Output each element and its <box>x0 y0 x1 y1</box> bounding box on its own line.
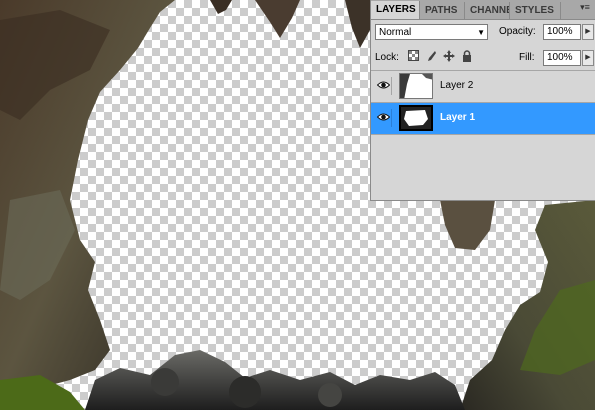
tab-channels[interactable]: CHANNE <box>465 2 510 19</box>
layers-list-end <box>371 134 595 135</box>
layer-row-layer-2[interactable]: Layer 2 <box>371 70 595 102</box>
lock-position-icon[interactable] <box>443 50 455 64</box>
opacity-field[interactable]: 100% <box>543 24 581 40</box>
layer-name: Layer 1 <box>440 112 476 123</box>
lock-transparent-pixels-icon[interactable] <box>407 50 419 64</box>
eye-icon[interactable] <box>375 77 392 95</box>
opacity-label: Opacity: <box>499 26 536 37</box>
layer-thumbnail <box>399 105 433 131</box>
panel-menu-icon[interactable]: ▾≡ <box>578 2 592 15</box>
fill-label: Fill: <box>519 52 535 63</box>
lock-all-icon[interactable] <box>461 50 473 64</box>
chevron-down-icon: ▼ <box>477 28 485 37</box>
lock-label: Lock: <box>375 52 399 63</box>
opacity-slider-button[interactable]: ▶ <box>582 24 594 40</box>
blend-mode-select[interactable]: Normal ▼ <box>375 24 488 40</box>
layer-name: Layer 2 <box>440 80 474 91</box>
fill-field[interactable]: 100% <box>543 50 581 66</box>
layer-thumbnail <box>399 73 433 99</box>
fill-slider-button[interactable]: ▶ <box>582 50 594 66</box>
eye-icon[interactable] <box>375 109 392 127</box>
blend-mode-value: Normal <box>379 27 412 38</box>
lock-image-pixels-icon[interactable] <box>425 50 437 64</box>
tab-layers[interactable]: LAYERS <box>371 1 420 19</box>
tab-paths[interactable]: PATHS <box>420 2 465 19</box>
layer-row-layer-1[interactable]: Layer 1 <box>371 102 595 134</box>
layers-panel: LAYERS PATHS CHANNE STYLES ▾≡ Normal ▼ O… <box>370 0 595 201</box>
layers-list: Layer 2 Layer 1 <box>371 70 595 135</box>
tab-styles[interactable]: STYLES <box>510 2 561 19</box>
panel-tab-bar: LAYERS PATHS CHANNE STYLES ▾≡ <box>371 0 595 20</box>
